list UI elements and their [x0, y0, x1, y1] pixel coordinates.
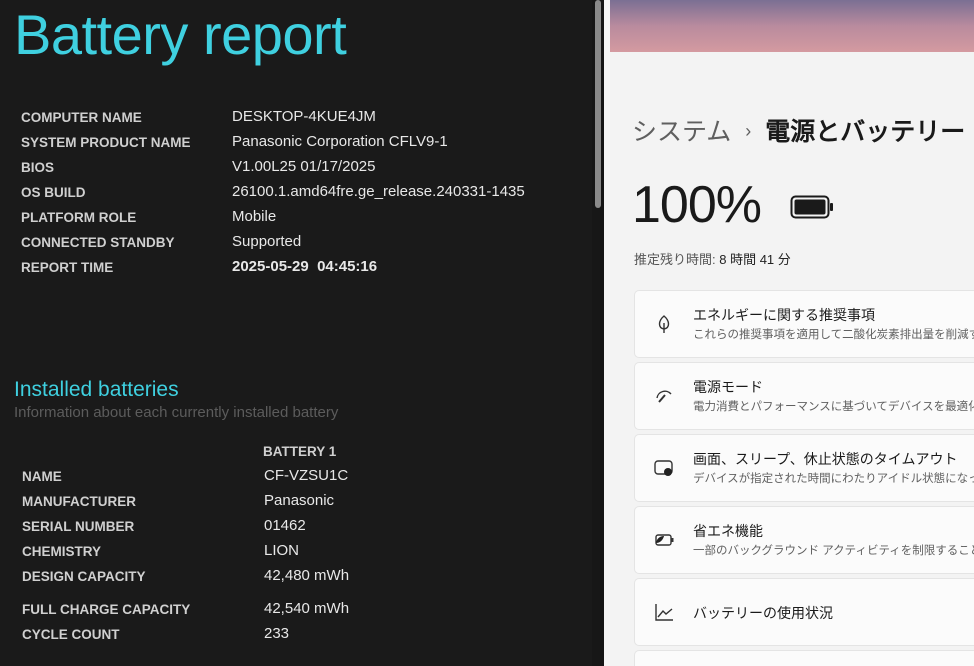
card-screen-sleep-timeout[interactable]: 画面、スリープ、休止状態のタイムアウト デバイスが指定された時間にわたりアイドル… [634, 434, 974, 502]
card-power-mode[interactable]: 電源モード 電力消費とパフォーマンスに基づいてデバイスを最適化 [634, 362, 974, 430]
card-energy-saver[interactable]: 省エネ機能 一部のバックグラウンド アクティビティを制限することで、電力消 [634, 506, 974, 574]
card-more[interactable] [634, 650, 974, 666]
info-label: PLATFORM ROLE [21, 210, 137, 225]
battery-value: LION [264, 542, 300, 559]
gauge-icon [656, 390, 672, 403]
battery-value: CF-VZSU1C [264, 467, 349, 484]
card-energy-recommendations[interactable]: エネルギーに関する推奨事項 これらの推奨事項を適用して二酸化炭素排出量を削減する [634, 290, 974, 358]
info-value: DESKTOP-4KUE4JM [232, 108, 376, 125]
info-value: V1.00L25 01/17/2025 [232, 158, 376, 175]
estimate-value: 8 時間 41 分 [719, 252, 791, 267]
card-title: バッテリーの使用状況 [693, 605, 833, 621]
card-title: 省エネ機能 [693, 523, 763, 539]
scrollbar-thumb[interactable] [595, 0, 601, 208]
section-subtitle: Information about each currently install… [14, 404, 339, 421]
info-label: BIOS [21, 160, 55, 175]
battery-report-page: Battery report COMPUTER NAME DESKTOP-4KUE… [0, 0, 592, 666]
info-label: COMPUTER NAME [21, 110, 142, 125]
leaf-icon [658, 315, 670, 333]
chevron-right-icon: › [745, 121, 752, 141]
battery-label: CHEMISTRY [22, 544, 102, 559]
settings-window: システム › 電源とバッテリー 100% 推定残り時間: 8 時間 41 分 エネル… [610, 0, 974, 666]
breadcrumb-system[interactable]: システム [632, 118, 731, 146]
battery-label: DESIGN CAPACITY [22, 569, 146, 584]
battery-value: 42,540 mWh [264, 600, 350, 617]
battery-column-header: BATTERY 1 [263, 444, 337, 459]
battery-label: FULL CHARGE CAPACITY [22, 602, 191, 617]
card-battery-usage[interactable]: バッテリーの使用状況 [634, 578, 974, 646]
battery-label: CYCLE COUNT [22, 627, 120, 642]
info-label: REPORT TIME [21, 260, 114, 275]
battery-value: 01462 [264, 517, 306, 534]
section-heading: Installed batteries [14, 378, 179, 401]
battery-label: SERIAL NUMBER [22, 519, 135, 534]
battery-full-icon [790, 195, 833, 219]
estimated-time: 推定残り時間: 8 時間 41 分 [634, 249, 791, 268]
battery-value: 42,480 mWh [264, 567, 350, 584]
breadcrumb: システム › 電源とバッテリー [632, 112, 965, 148]
card-title: エネルギーに関する推奨事項 [693, 307, 875, 323]
card-title: 画面、スリープ、休止状態のタイムアウト [693, 451, 958, 467]
screen-sleep-icon [654, 460, 673, 476]
page-title: Battery report [14, 3, 347, 66]
estimate-label: 推定残り時間: [634, 252, 716, 267]
battery-percent: 100% [632, 176, 762, 234]
info-label: SYSTEM PRODUCT NAME [21, 135, 191, 150]
card-desc: デバイスが指定された時間にわたりアイドル状態になった場合 [693, 473, 974, 485]
wallpaper-strip [610, 0, 974, 52]
scrollbar[interactable] [592, 0, 604, 666]
card-desc: 一部のバックグラウンド アクティビティを制限することで、電力消 [693, 545, 974, 557]
info-value: Mobile [232, 208, 277, 225]
info-label: OS BUILD [21, 185, 86, 200]
chart-icon [655, 604, 673, 621]
info-value: Panasonic Corporation CFLV9-1 [232, 133, 448, 150]
card-desc: これらの推奨事項を適用して二酸化炭素排出量を削減する [693, 329, 974, 341]
info-value: Supported [232, 233, 302, 250]
info-value: 2025-05-29 04:45:16 [232, 258, 378, 275]
info-label: CONNECTED STANDBY [21, 235, 175, 250]
battery-saver-icon [655, 534, 674, 546]
card-title: 電源モード [693, 379, 763, 395]
battery-label: NAME [22, 469, 62, 484]
battery-label: MANUFACTURER [22, 494, 136, 509]
info-value: 26100.1.amd64fre.ge_release.240331-1435 [232, 183, 525, 200]
breadcrumb-current: 電源とバッテリー [765, 118, 966, 146]
battery-value: 233 [264, 625, 290, 642]
battery-value: Panasonic [264, 492, 335, 509]
card-desc: 電力消費とパフォーマンスに基づいてデバイスを最適化 [693, 401, 974, 413]
